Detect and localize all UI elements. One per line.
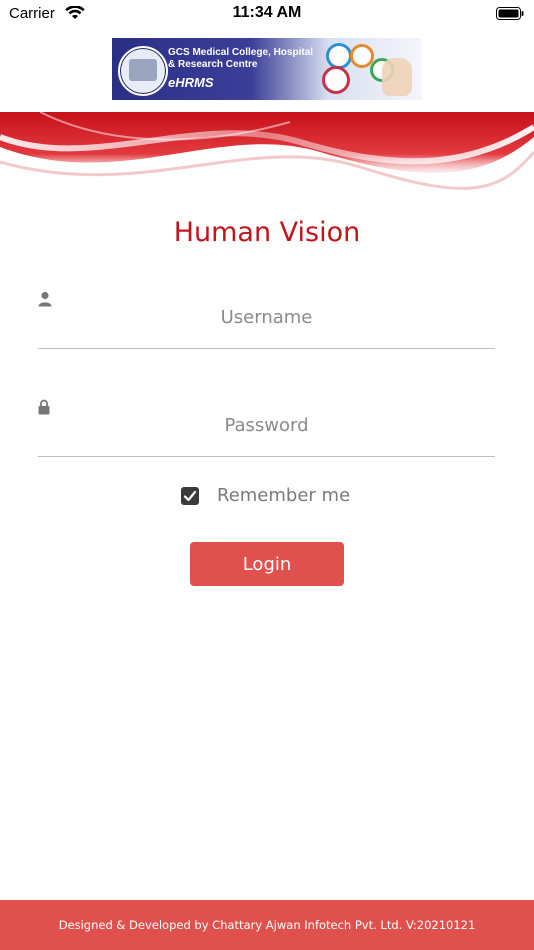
clock: 11:34 AM bbox=[232, 4, 302, 21]
app-title: Human Vision bbox=[173, 217, 361, 248]
login-button[interactable]: Login bbox=[190, 542, 344, 586]
remember-me-label: Remember me bbox=[217, 485, 351, 506]
banner-bubble-icon bbox=[322, 66, 350, 94]
username-field-row bbox=[38, 288, 495, 349]
pointing-hand-image bbox=[382, 58, 412, 96]
header-swoosh-decoration bbox=[0, 112, 534, 212]
checkmark-icon bbox=[183, 490, 197, 502]
password-input[interactable] bbox=[38, 396, 495, 454]
password-field-row bbox=[38, 396, 495, 457]
banner-title: GCS Medical College, Hospital & Research… bbox=[168, 47, 314, 70]
banner-subtitle: eHRMS bbox=[168, 75, 214, 90]
status-bar: Carrier 11:34 AM bbox=[0, 0, 534, 28]
institution-banner: GCS Medical College, Hospital & Research… bbox=[112, 38, 422, 100]
battery-icon bbox=[496, 7, 524, 20]
remember-me-checkbox[interactable] bbox=[181, 487, 199, 505]
college-seal-logo bbox=[118, 46, 168, 96]
banner-bubble-icon bbox=[326, 43, 352, 69]
footer-credits: Designed & Developed by Chattary Ajwan I… bbox=[0, 900, 534, 950]
username-input[interactable] bbox=[38, 288, 495, 346]
